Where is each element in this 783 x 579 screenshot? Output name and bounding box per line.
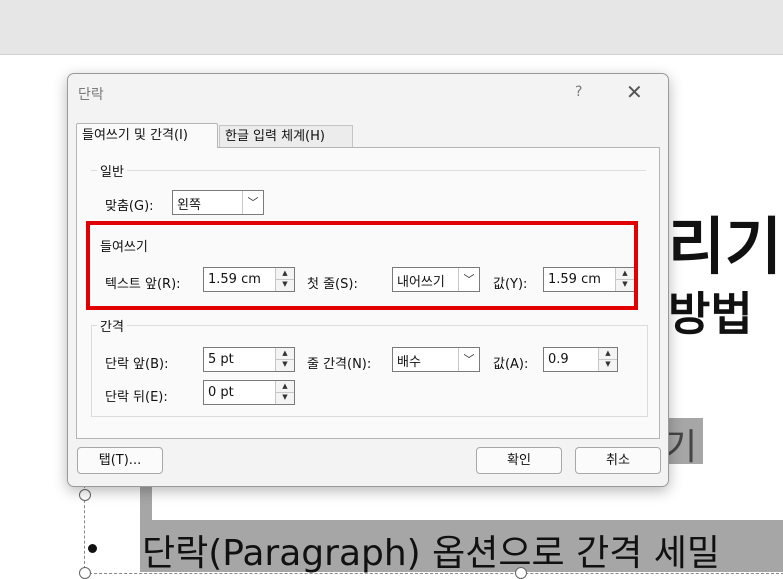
annotation-highlight-box [86, 221, 638, 310]
close-icon[interactable]: ✕ [626, 80, 643, 104]
tabs-button[interactable]: 탭(T)... [77, 447, 163, 474]
at-value: 0.9 [548, 352, 569, 367]
tab-indents-and-spacing[interactable]: 들여쓰기 및 간격(I) [76, 123, 218, 148]
after-label: 단락 뒤(E): [105, 390, 168, 405]
align-select[interactable]: 왼쪽 ﹀ [172, 190, 264, 215]
line-spacing-value: 배수 [397, 355, 421, 370]
cancel-button[interactable]: 취소 [575, 447, 661, 474]
after-value: 0 pt [208, 385, 234, 400]
spinner-buttons: ▲ ▼ [275, 381, 294, 404]
spin-down-icon[interactable]: ▼ [276, 392, 294, 403]
spinner-buttons: ▲ ▼ [598, 348, 617, 371]
top-bar [0, 0, 783, 55]
group-general-label: 일반 [97, 161, 127, 180]
before-value: 5 pt [208, 352, 234, 367]
line-spacing-select[interactable]: 배수 ﹀ [392, 347, 480, 372]
resize-handle-bottom-mid[interactable] [515, 567, 527, 579]
after-spinner[interactable]: 0 pt ▲ ▼ [203, 380, 295, 405]
resize-handle-left[interactable] [79, 489, 91, 501]
resize-handle-bottom-left[interactable] [79, 567, 91, 579]
spin-down-icon[interactable]: ▼ [599, 359, 617, 370]
spin-down-icon[interactable]: ▼ [276, 359, 294, 370]
chevron-down-icon[interactable]: ﹀ [458, 348, 479, 371]
before-spinner[interactable]: 5 pt ▲ ▼ [203, 347, 295, 372]
slide-title-line-2: 방법 [668, 287, 753, 341]
help-button[interactable]: ? [575, 84, 582, 100]
group-spacing-label: 간격 [97, 316, 127, 335]
line-spacing-label: 줄 간격(N): [307, 357, 372, 372]
at-spinner[interactable]: 0.9 ▲ ▼ [543, 347, 618, 372]
highlight-text-2: 단락(Paragraph) 옵션으로 간격 세밀 [142, 533, 721, 574]
tab-asian-typography[interactable]: 한글 입력 체계(H) [219, 125, 353, 147]
highlight-left-bar [140, 485, 152, 521]
spinner-buttons: ▲ ▼ [275, 348, 294, 371]
align-label: 맞춤(G): [105, 199, 154, 214]
textbox-border-bottom [84, 573, 783, 574]
bullet-point [88, 544, 97, 553]
align-value: 왼쪽 [177, 198, 201, 213]
chevron-down-icon[interactable]: ﹀ [242, 191, 263, 214]
dialog-title: 단락 [78, 87, 104, 103]
ok-button[interactable]: 확인 [476, 447, 562, 474]
before-label: 단락 앞(B): [105, 357, 169, 372]
slide-title-line-1: 리기 [668, 210, 783, 283]
at-label: 값(A): [493, 357, 529, 372]
